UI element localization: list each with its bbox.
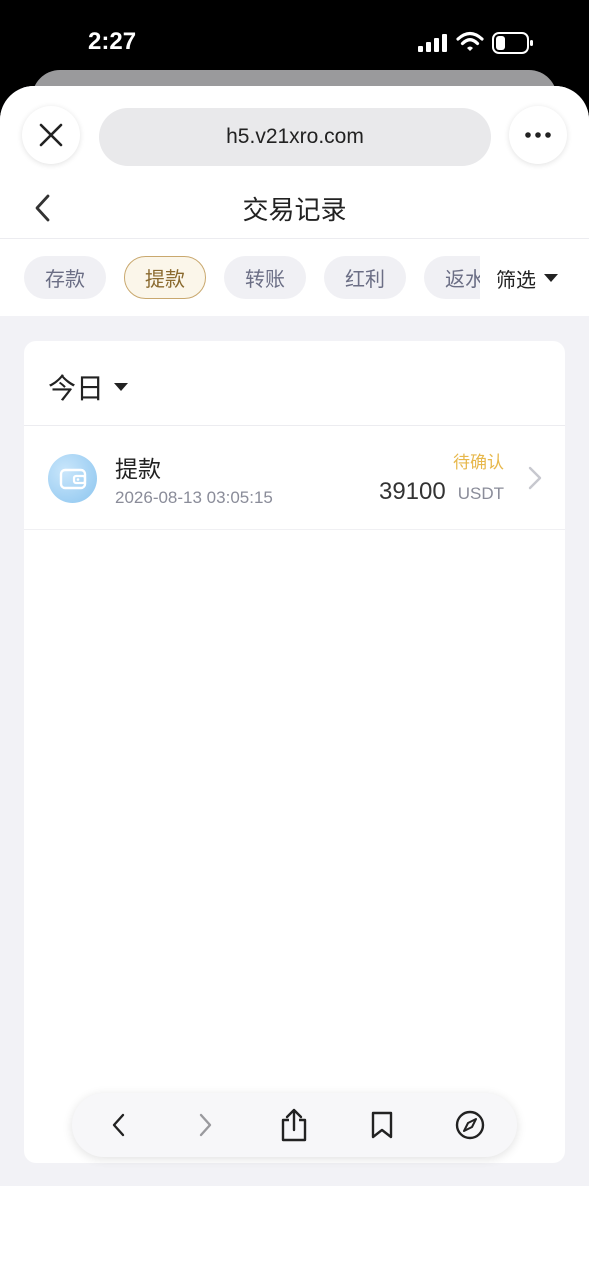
signal-icon [418,34,447,52]
date-filter[interactable]: 今日 [48,367,129,407]
records-card: 今日 提款 2026-08-13 03:05:15 待确认 39100 USDT [24,341,565,1163]
share-button[interactable] [276,1107,312,1143]
url-bar[interactable]: h5.v21xro.com [99,108,491,166]
record-type: 提款 [115,457,161,483]
bookmark-button[interactable] [364,1107,400,1143]
bookmark-icon [371,1111,393,1139]
browser-forward-button[interactable] [188,1107,224,1143]
wifi-icon [456,31,484,51]
divider [0,238,589,239]
amount-value: 39100 [378,478,446,505]
status-badge: 待确认 [453,453,504,473]
browser-back-button[interactable] [100,1107,136,1143]
tab-deposit[interactable]: 存款 [24,256,106,299]
browser-toolbar [72,1093,517,1157]
caret-down-icon [114,383,129,391]
tab-bonus[interactable]: 红利 [324,256,406,299]
status-bar: 2:27 [0,0,589,80]
close-icon [39,123,63,147]
close-button[interactable] [22,106,80,164]
compass-icon [455,1110,485,1140]
wallet-avatar [48,454,97,503]
bottom-bar-area [0,1186,589,1280]
chevron-right-icon [528,466,542,490]
tab-withdraw[interactable]: 提款 [124,256,206,299]
share-icon [281,1108,307,1142]
chevron-left-icon [112,1113,125,1137]
record-amount: 39100 USDT [379,478,504,506]
wallet-icon [59,468,86,489]
category-tabs: 存款 提款 转账 红利 返水 [0,256,480,300]
filter-label: 筛选 [496,267,536,292]
tab-rebate[interactable]: 返水 [424,256,480,299]
status-time: 2:27 [88,28,137,55]
amount-unit: USDT [457,484,504,503]
more-button[interactable] [509,106,567,164]
more-icon [525,132,551,138]
record-row[interactable]: 提款 2026-08-13 03:05:15 待确认 39100 USDT [24,426,565,530]
filter-button[interactable]: 筛选 [496,260,558,296]
battery-icon [492,32,533,54]
url-text: h5.v21xro.com [226,125,364,148]
tab-transfer[interactable]: 转账 [224,256,306,299]
record-time: 2026-08-13 03:05:15 [115,488,273,507]
page-title: 交易记录 [242,196,347,226]
date-filter-label: 今日 [48,372,105,405]
compass-button[interactable] [452,1107,488,1143]
caret-down-icon [544,274,558,282]
chevron-right-icon [199,1113,212,1137]
